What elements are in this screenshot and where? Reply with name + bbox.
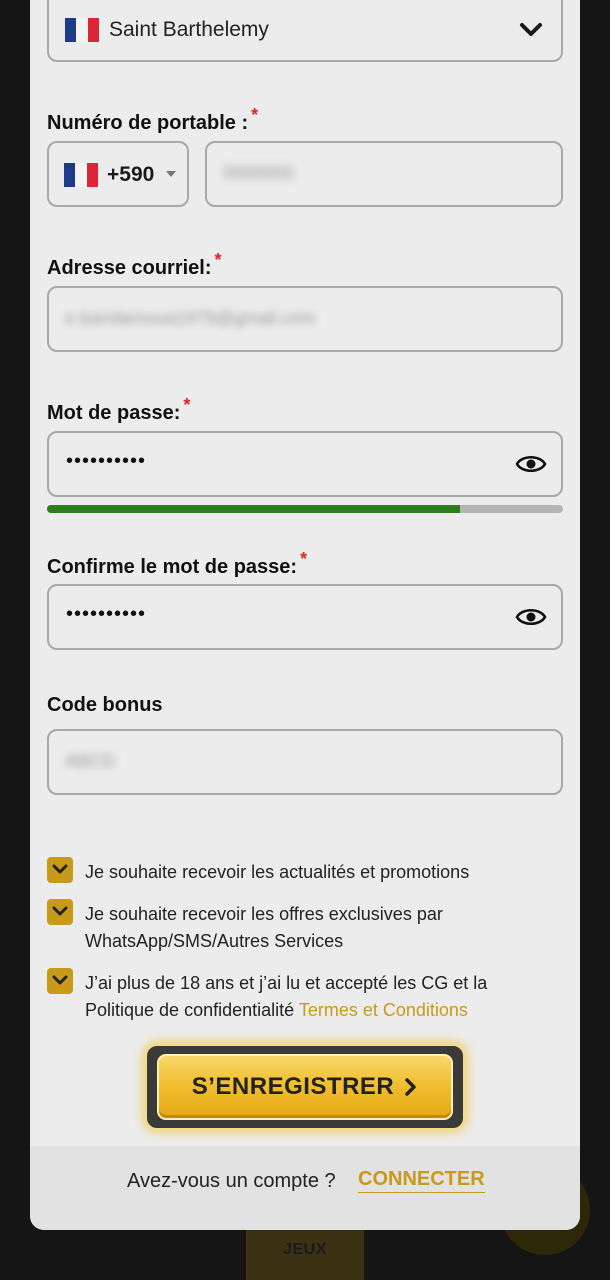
france-flag-icon [64,163,98,187]
phone-number-input[interactable]: 0000000 [205,141,563,207]
checkmark-icon [52,975,68,985]
checkbox-whatsapp[interactable] [47,899,73,925]
login-question: Avez-vous un compte ? [127,1170,336,1192]
checkbox-promotions[interactable] [47,857,73,883]
password-value: •••••••••• [66,450,147,472]
register-button[interactable]: S’ENREGISTRER [157,1054,453,1120]
background-tab-label: JEUX [283,1241,327,1258]
country-code-value: +590 [107,163,155,186]
checkbox-terms-text: J’ai plus de 18 ans et j’ai lu et accept… [85,973,488,1020]
country-select-value: Saint Barthelemy [109,18,269,41]
login-footer: Avez-vous un compte ? CONNECTER [30,1146,580,1230]
login-link[interactable]: CONNECTER [358,1168,485,1193]
terms-link[interactable]: Termes et Conditions [299,1000,468,1020]
checkbox-whatsapp-text: Je souhaite recevoir les offres exclusiv… [85,904,443,951]
country-code-select[interactable]: +590 [47,141,189,207]
chevron-down-icon [520,23,542,36]
email-label: Adresse courriel: * [47,250,222,279]
register-button-label: S’ENREGISTRER [191,1073,395,1100]
registration-modal: Saint Barthelemy Numéro de portable : * +… [30,0,580,1230]
password-input[interactable]: •••••••••• [47,431,563,497]
checkmark-icon [52,906,68,916]
eye-icon[interactable] [515,451,547,477]
chevron-right-icon [405,1078,417,1096]
email-input[interactable]: e.bandamoua1979@gmail.com [47,286,563,352]
phone-label: Numéro de portable : * [47,105,259,134]
eye-icon[interactable] [515,604,547,630]
checkbox-promotions-text: Je souhaite recevoir les actualités et p… [85,862,470,882]
checkbox-terms[interactable] [47,968,73,994]
france-flag-icon [65,18,99,42]
country-select[interactable]: Saint Barthelemy [47,0,563,62]
bonus-code-input[interactable]: ABCD [47,729,563,795]
caret-down-icon [166,171,176,177]
confirm-password-value: •••••••••• [66,603,147,625]
bonus-code-value: ABCD [65,751,116,771]
checkmark-icon [52,864,68,874]
password-label: Mot de passe: * [47,395,191,424]
bonus-code-label: Code bonus [47,694,163,716]
phone-number-value: 0000000 [223,163,294,183]
confirm-password-label: Confirme le mot de passe: * [47,549,308,578]
confirm-password-input[interactable]: •••••••••• [47,584,563,650]
password-strength-fill [47,505,460,513]
email-value: e.bandamoua1979@gmail.com [65,308,316,328]
password-strength-bar [47,505,563,513]
